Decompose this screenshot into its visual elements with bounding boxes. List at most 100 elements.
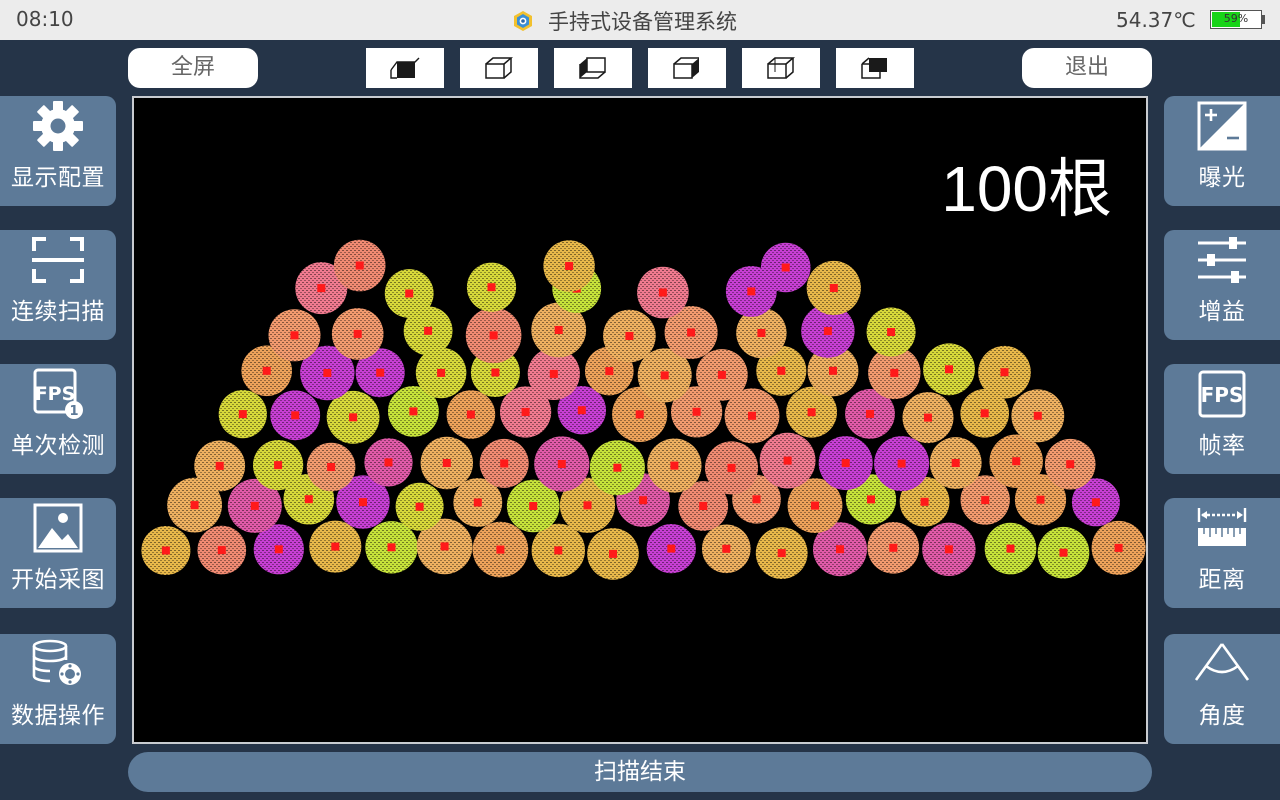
- bar-center-marker: [473, 498, 482, 507]
- distance-label: 距离: [1198, 567, 1246, 593]
- view-left-button[interactable]: [554, 48, 632, 88]
- bar-center-marker: [583, 501, 592, 510]
- bar-center-marker: [889, 543, 898, 552]
- single-detect-button[interactable]: FPS 1 单次检测: [0, 364, 116, 474]
- bar-center-marker: [466, 410, 475, 419]
- bar-center-marker: [687, 328, 696, 337]
- distance-button[interactable]: 距离: [1164, 498, 1280, 608]
- bar-center-marker: [323, 369, 332, 377]
- bar-center-marker: [359, 498, 367, 507]
- bar-center-marker: [807, 408, 816, 417]
- bar-center-marker: [409, 407, 418, 416]
- view-back-button[interactable]: [836, 48, 914, 88]
- bar-center-marker: [866, 409, 874, 418]
- bar-center-marker: [353, 329, 362, 338]
- bar-center-marker: [327, 463, 336, 471]
- start-capture-button[interactable]: 开始采图: [0, 498, 116, 608]
- bar-center-marker: [1091, 498, 1100, 507]
- bar-center-marker: [491, 368, 500, 377]
- bar-center-marker: [748, 411, 756, 420]
- fps-single-icon: FPS 1: [33, 368, 83, 419]
- bar-center-marker: [829, 366, 837, 375]
- bar-center-marker: [215, 461, 224, 470]
- svg-text:FPS: FPS: [35, 383, 76, 405]
- bar-center-marker: [440, 542, 449, 551]
- start-capture-label: 开始采图: [11, 567, 105, 593]
- bar-center-marker: [161, 546, 170, 555]
- bar-center-marker: [951, 459, 960, 467]
- continuous-scan-button[interactable]: 连续扫描: [0, 230, 116, 340]
- bar-center-marker: [887, 328, 896, 336]
- bar-center-marker: [613, 463, 622, 472]
- bar-center-marker: [1114, 543, 1123, 552]
- data-operation-button[interactable]: 数据操作: [0, 634, 116, 744]
- battery-percent: 59%: [1223, 12, 1249, 25]
- frame-rate-button[interactable]: FPS 帧率: [1164, 364, 1280, 474]
- bar-center-marker: [1036, 495, 1045, 504]
- exit-button[interactable]: 退出: [1022, 48, 1152, 88]
- bar-center-marker: [783, 456, 792, 465]
- bar-center-marker: [387, 543, 396, 552]
- scan-status-bar: 扫描结束: [128, 752, 1152, 792]
- bar-center-marker: [190, 501, 199, 510]
- bar-center-marker: [557, 460, 566, 468]
- bar-center-marker: [920, 497, 929, 506]
- bar-center-marker: [376, 368, 385, 377]
- bar-center-marker: [331, 542, 340, 551]
- bar-center-marker: [437, 368, 446, 377]
- exposure-icon: [1197, 101, 1247, 151]
- bar-center-marker: [1000, 368, 1009, 377]
- cube-front-icon: [390, 57, 420, 79]
- bar-center-marker: [727, 463, 736, 472]
- bar-center-marker: [867, 495, 875, 504]
- exposure-button[interactable]: 曝光: [1164, 96, 1280, 206]
- gear-icon: [33, 101, 83, 151]
- scan-frame-icon: [32, 237, 84, 283]
- battery-terminal: [1262, 15, 1265, 24]
- bar-center-marker: [605, 367, 614, 376]
- bar-center-marker: [1012, 457, 1021, 466]
- bar-center-marker: [500, 459, 509, 468]
- view-right-button[interactable]: [648, 48, 726, 88]
- bar-center-marker: [670, 461, 679, 470]
- bar-center-marker: [658, 288, 667, 297]
- bar-center-marker: [945, 365, 953, 374]
- clock: 08:10: [16, 7, 74, 31]
- bar-center-marker: [487, 283, 496, 292]
- bar-center-marker: [609, 549, 617, 558]
- fps-icon: FPS: [1198, 370, 1246, 418]
- view-top-button[interactable]: [742, 48, 820, 88]
- bar-center-marker: [777, 366, 786, 375]
- display-config-button[interactable]: 显示配置: [0, 96, 116, 206]
- svg-text:1: 1: [69, 404, 78, 419]
- bar-center-marker: [554, 546, 563, 555]
- bar-center-marker: [823, 327, 832, 336]
- bar-center-marker: [250, 501, 259, 510]
- fullscreen-button[interactable]: 全屏: [128, 48, 258, 88]
- view-front-button[interactable]: [366, 48, 444, 88]
- bar-center-marker: [238, 410, 247, 419]
- ruler-icon: [1197, 508, 1247, 546]
- app-title-bar: 手持式设备管理系统: [512, 6, 737, 36]
- bar-center-marker: [424, 326, 433, 335]
- battery-icon: 59%: [1210, 10, 1262, 29]
- bar-center-marker: [635, 410, 644, 419]
- bar-center-marker: [565, 262, 574, 270]
- gain-button[interactable]: 增益: [1164, 230, 1280, 340]
- bar-center-marker: [489, 331, 498, 340]
- bar-center-marker: [699, 502, 708, 510]
- bar-center-marker: [496, 545, 505, 554]
- cube-outline-icon: [485, 57, 514, 79]
- angle-button[interactable]: 角度: [1164, 634, 1280, 744]
- bar-center-marker: [890, 368, 899, 377]
- bar-center-marker: [625, 332, 634, 340]
- bar-center-marker: [981, 496, 990, 505]
- temperature-readout: 54.37℃: [1116, 8, 1196, 32]
- bar-center-marker: [777, 549, 786, 558]
- cube-back-icon: [861, 57, 887, 79]
- bar-center-marker: [924, 413, 932, 422]
- view-outline-button[interactable]: [460, 48, 538, 88]
- scan-viewer[interactable]: 100根: [132, 96, 1148, 744]
- status-bar: 08:10 手持式设备管理系统 54.37℃ 59%: [0, 0, 1280, 40]
- bar-center-marker: [980, 409, 989, 418]
